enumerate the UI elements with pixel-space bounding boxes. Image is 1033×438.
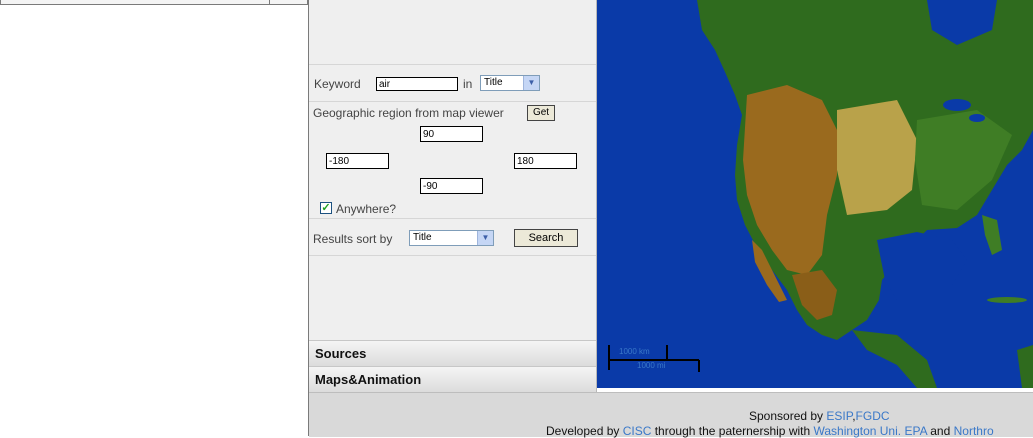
sources-section-header[interactable]: Sources <box>309 340 596 366</box>
sort-label: Results sort by <box>313 232 393 246</box>
keyword-row: Keyword in Title ▼ <box>309 65 596 102</box>
sort-value: Title <box>413 232 432 243</box>
left-pane <box>0 0 309 436</box>
search-panel: Keyword in Title ▼ Geographic region fro… <box>309 0 597 392</box>
great-lakes-2 <box>969 114 985 122</box>
search-field-value: Title <box>484 77 503 88</box>
great-lakes <box>943 99 971 111</box>
sort-row: Results sort by Title ▼ Search <box>309 219 596 256</box>
west-input[interactable] <box>326 153 389 169</box>
maps-animation-section-header[interactable]: Maps&Animation <box>309 366 596 392</box>
south-input[interactable] <box>420 178 483 194</box>
search-button[interactable]: Search <box>514 229 578 247</box>
geo-region-label: Geographic region from map viewer <box>313 106 504 120</box>
keyword-label: Keyword <box>314 77 361 91</box>
anywhere-label: Anywhere? <box>336 202 397 216</box>
north-input[interactable] <box>420 126 483 142</box>
chevron-down-icon: ▼ <box>477 231 493 245</box>
scale-km-label: 1000 km <box>619 347 650 356</box>
search-field-select[interactable]: Title ▼ <box>480 75 540 91</box>
caribbean-islands <box>987 297 1027 303</box>
scale-mi-label: 1000 mi <box>637 361 666 370</box>
fgdc-link[interactable]: FGDC <box>856 409 890 423</box>
sponsored-line: Sponsored by ESIP,FGDC <box>749 409 890 423</box>
esip-link[interactable]: ESIP <box>826 409 852 423</box>
geo-region-row: Geographic region from map viewer Get ✓ … <box>309 102 596 219</box>
chevron-down-icon: ▼ <box>523 76 539 90</box>
keyword-input[interactable] <box>376 77 458 91</box>
map-viewer[interactable]: 1000 km 1000 mi <box>597 0 1033 388</box>
left-scrollbar-stub[interactable] <box>0 0 308 5</box>
east-input[interactable] <box>514 153 577 169</box>
left-scrollbar-divider <box>269 0 270 4</box>
get-region-button[interactable]: Get <box>527 105 555 121</box>
sponsored-prefix: Sponsored by <box>749 409 827 423</box>
panel-header-area <box>309 0 596 65</box>
page-footer: Sponsored by ESIP,FGDC Developed by CISC… <box>309 392 1033 438</box>
anywhere-checkbox[interactable]: ✓ <box>320 202 332 214</box>
in-label: in <box>463 77 473 91</box>
sort-select[interactable]: Title ▼ <box>409 230 494 246</box>
north-america-map: 1000 km 1000 mi <box>597 0 1033 388</box>
